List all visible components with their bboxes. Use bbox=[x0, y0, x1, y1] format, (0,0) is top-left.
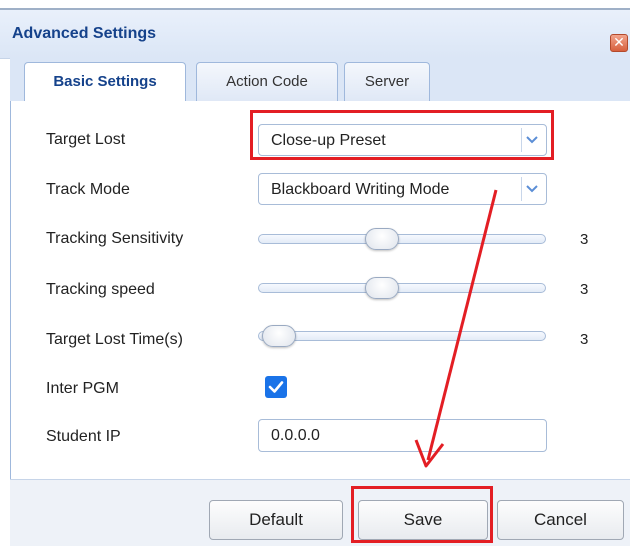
annotation-arrow-icon bbox=[414, 189, 498, 468]
